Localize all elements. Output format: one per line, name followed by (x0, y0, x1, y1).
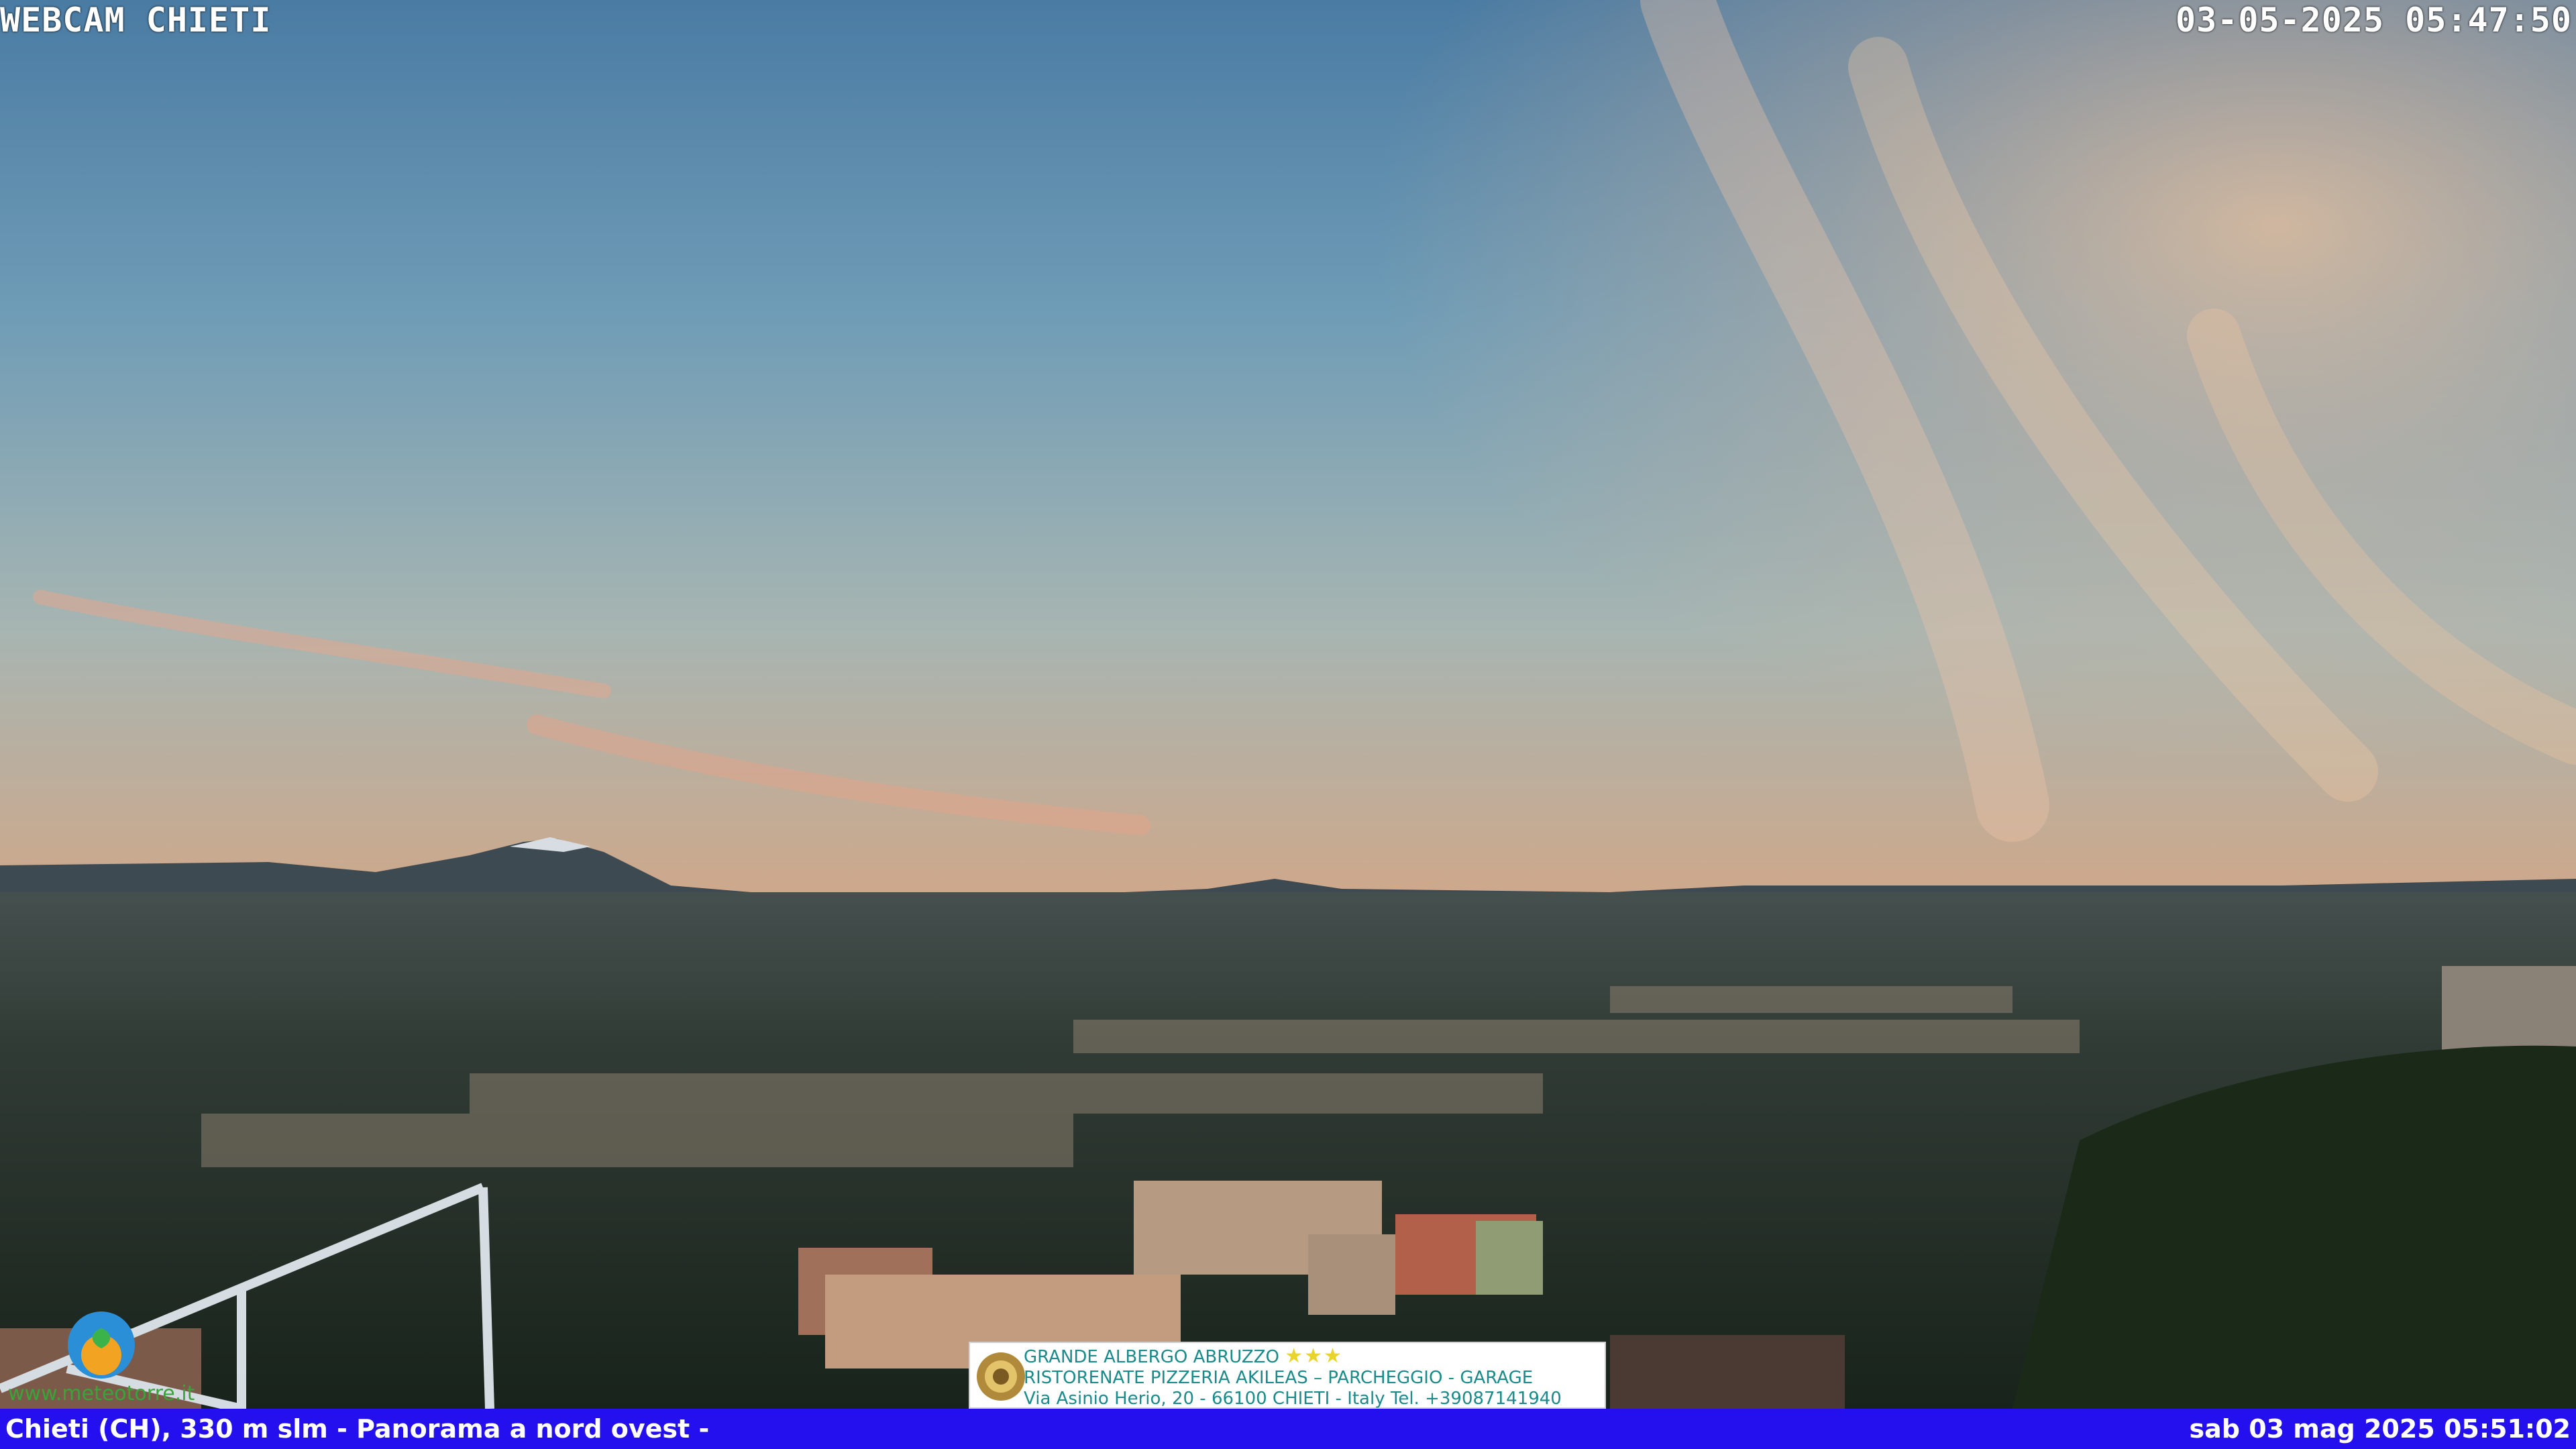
star-rating-icon: ★★★ (1285, 1344, 1343, 1368)
capture-timestamp: 03-05-2025 05:47:50 (2176, 1, 2572, 40)
footer-datetime: sab 03 mag 2025 05:51:02 (2189, 1414, 2571, 1444)
location-caption: Chieti (CH), 330 m slm - Panorama a nord… (5, 1414, 710, 1444)
hotel-crest-icon (974, 1348, 1028, 1405)
banner-address: Via Asinio Herio, 20 - 66100 CHIETI - It… (1024, 1389, 1562, 1409)
banner-services: RISTORENATE PIZZERIA AKILEAS – PARCHEGGI… (1024, 1368, 1534, 1388)
sponsor-banner[interactable]: GRANDE ALBERGO ABRUZZO ★★★ RISTORENATE P… (969, 1342, 1606, 1409)
banner-hotel-name: GRANDE ALBERGO ABRUZZO (1024, 1347, 1279, 1367)
camera-title: WEBCAM CHIETI (0, 1, 272, 40)
webcam-landscape (0, 0, 2576, 1413)
caption-bar: Chieti (CH), 330 m slm - Panorama a nord… (0, 1409, 2576, 1449)
meteo-logo (64, 1308, 138, 1382)
watermark-url: www.meteotorre.it (8, 1382, 195, 1405)
